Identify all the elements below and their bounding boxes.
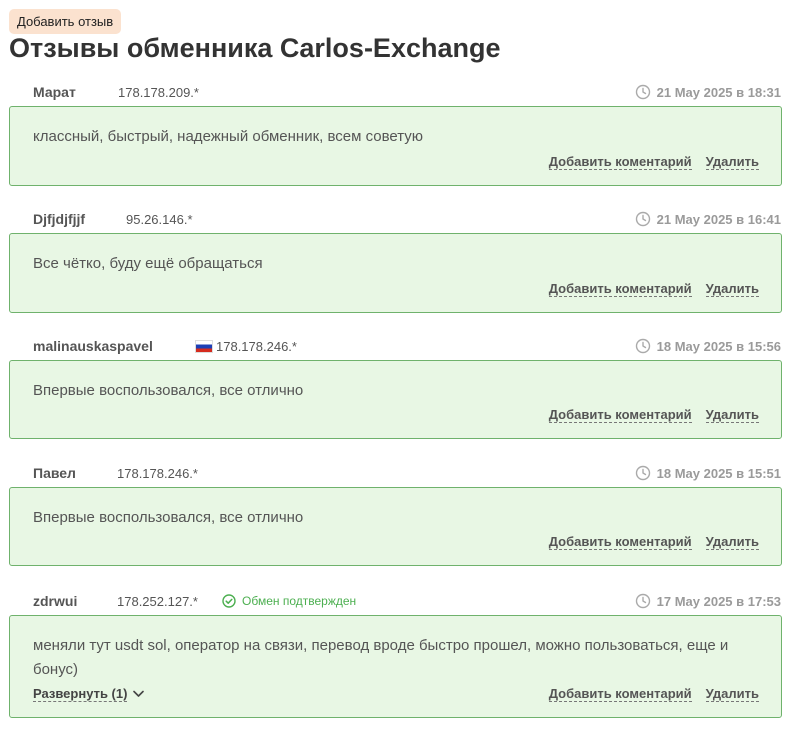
delete-button[interactable]: Удалить: [705, 407, 759, 423]
review-body: классный, быстрый, надежный обменник, вс…: [9, 106, 782, 186]
review-item: Djfjdjfjjf 95.26.146.* 21 May 2025 в 16:…: [0, 207, 802, 313]
review-ip: 178.178.246.*: [195, 339, 297, 354]
review-author: Djfjdjfjjf: [33, 211, 86, 227]
exchange-confirmed-badge: Обмен подтвержден: [222, 594, 356, 608]
review-date: 18 May 2025 в 15:56: [635, 338, 781, 354]
review-date: 21 May 2025 в 16:41: [635, 211, 781, 227]
review-date-text: 18 May 2025 в 15:51: [656, 465, 781, 481]
review-item: Марат 178.178.209.* 21 May 2025 в 18:31 …: [0, 80, 802, 186]
delete-button[interactable]: Удалить: [705, 534, 759, 550]
review-author: Павел: [33, 465, 76, 481]
review-date: 17 May 2025 в 17:53: [635, 593, 781, 609]
clock-icon: [635, 211, 650, 227]
check-circle-icon: [222, 594, 236, 608]
review-date-text: 21 May 2025 в 16:41: [656, 211, 781, 227]
review-text: Впервые воспользовался, все отлично: [33, 382, 304, 399]
add-review-button[interactable]: Добавить отзыв: [9, 9, 122, 34]
review-date-text: 21 May 2025 в 18:31: [656, 84, 781, 100]
exchange-confirmed-label: Обмен подтвержден: [242, 594, 357, 608]
review-body: меняли тут usdt sol, оператор на связи, …: [9, 615, 782, 718]
expand-label: Развернуть (1): [33, 686, 128, 702]
review-author: zdrwui: [33, 593, 78, 609]
review-item: zdrwui 178.252.127.* Обмен подтвержден 1…: [0, 589, 802, 718]
add-comment-button[interactable]: Добавить коментарий: [548, 154, 692, 170]
review-item: malinauskaspavel 178.178.246.* 18 May 20…: [0, 334, 802, 439]
review-text: меняли тут usdt sol, оператор на связи, …: [33, 637, 729, 678]
delete-button[interactable]: Удалить: [705, 686, 759, 702]
review-date: 21 May 2025 в 18:31: [635, 84, 781, 100]
chevron-down-icon: [133, 690, 145, 697]
review-author: malinauskaspavel: [33, 338, 153, 354]
review-author: Марат: [33, 84, 76, 100]
clock-icon: [635, 84, 650, 100]
review-item: Павел 178.178.246.* 18 May 2025 в 15:51 …: [0, 461, 802, 566]
review-text: Все чётко, буду ещё обращаться: [33, 255, 263, 272]
review-body: Впервые воспользовался, все отлично Доба…: [9, 360, 782, 439]
review-ip: 95.26.146.*: [126, 212, 193, 227]
review-ip: 178.252.127.*: [117, 594, 198, 609]
clock-icon: [635, 338, 650, 354]
review-text: классный, быстрый, надежный обменник, вс…: [33, 128, 424, 145]
add-comment-button[interactable]: Добавить коментарий: [548, 686, 692, 702]
review-body: Впервые воспользовался, все отлично Доба…: [9, 487, 782, 566]
review-ip: 178.178.246.*: [117, 466, 198, 481]
add-comment-button[interactable]: Добавить коментарий: [548, 534, 692, 550]
review-date-text: 18 May 2025 в 15:56: [656, 338, 781, 354]
expand-comments-button[interactable]: Развернуть (1): [33, 686, 145, 702]
delete-button[interactable]: Удалить: [705, 281, 759, 297]
review-body: Все чётко, буду ещё обращаться Добавить …: [9, 233, 782, 313]
review-text: Впервые воспользовался, все отлично: [33, 509, 304, 526]
delete-button[interactable]: Удалить: [705, 154, 759, 170]
clock-icon: [635, 593, 650, 609]
add-comment-button[interactable]: Добавить коментарий: [548, 281, 692, 297]
ru-flag-icon: [195, 340, 213, 353]
page-title: Отзывы обменника Carlos-Exchange: [9, 33, 501, 63]
add-comment-button[interactable]: Добавить коментарий: [548, 407, 692, 423]
review-ip: 178.178.209.*: [118, 85, 199, 100]
clock-icon: [635, 465, 650, 481]
review-date: 18 May 2025 в 15:51: [635, 465, 781, 481]
review-ip-text: 178.178.246.*: [216, 339, 297, 354]
review-date-text: 17 May 2025 в 17:53: [656, 593, 781, 609]
